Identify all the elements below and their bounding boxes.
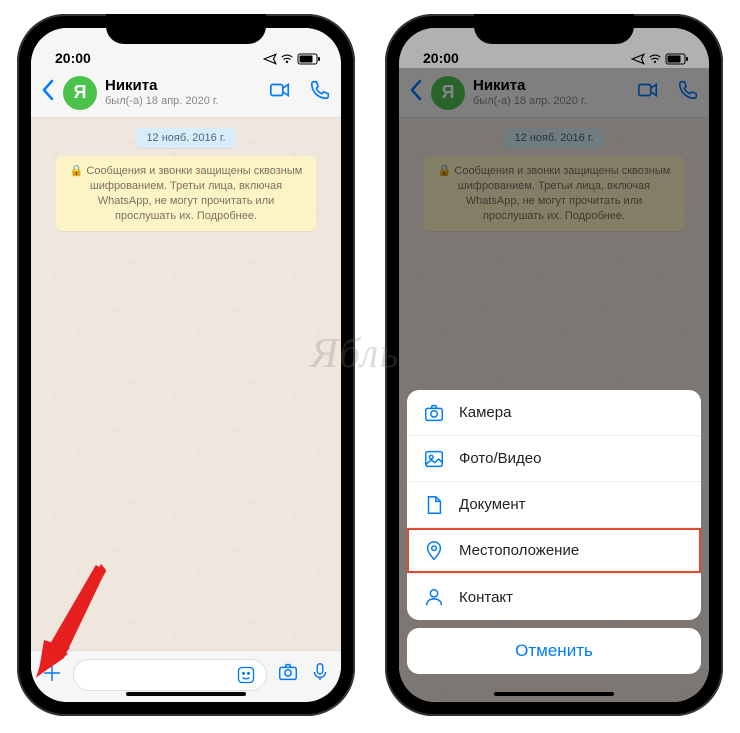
notch [474,14,634,44]
phone-left: 20:00 Я Никита был(-а) 18 апр. 2020 г. [17,14,355,716]
status-time: 20:00 [423,50,459,66]
phone-right: 20:00 Я Никита был(-а) 18 апр. 2020 г. [385,14,723,716]
attachment-action-sheet: Камера Фото/Видео Документ Местоположени… [407,390,701,674]
phones-container: 20:00 Я Никита был(-а) 18 апр. 2020 г. [0,0,740,716]
home-indicator [126,692,246,696]
sheet-options-group: Камера Фото/Видео Документ Местоположени… [407,390,701,620]
video-call-button[interactable] [269,79,291,106]
status-icons [631,52,689,66]
back-button[interactable] [41,77,63,108]
sheet-item-photo-video[interactable]: Фото/Видео [407,436,701,482]
screen-right: 20:00 Я Никита был(-а) 18 апр. 2020 г. [399,28,709,702]
sticker-icon[interactable] [236,665,256,685]
mic-button[interactable] [309,661,331,688]
sheet-item-camera[interactable]: Камера [407,390,701,436]
camera-icon [423,402,445,424]
chat-body: 12 нояб. 2016 г. 🔒 Сообщения и звонки за… [31,118,341,650]
status-time: 20:00 [55,50,91,66]
document-icon [423,494,445,516]
sheet-item-location[interactable]: Местоположение [407,528,701,574]
message-input[interactable] [73,659,267,691]
sheet-label: Камера [459,404,511,421]
camera-button[interactable] [277,661,299,688]
contact-icon [423,586,445,608]
sheet-item-document[interactable]: Документ [407,482,701,528]
home-indicator [494,692,614,696]
location-icon [423,540,445,562]
sheet-cancel-button[interactable]: Отменить [407,628,701,674]
avatar[interactable]: Я [63,76,97,110]
sheet-label: Местоположение [459,542,579,559]
status-icons [263,52,321,66]
sheet-label: Контакт [459,589,513,606]
date-pill: 12 нояб. 2016 г. [136,128,235,148]
wifi-icon [647,52,663,66]
sheet-label: Документ [459,496,526,513]
encryption-notice[interactable]: 🔒 Сообщения и звонки защищены сквозным ш… [56,156,316,231]
airplane-icon [263,52,277,66]
photo-icon [423,448,445,470]
voice-call-button[interactable] [309,79,331,106]
notch [106,14,266,44]
sheet-label: Фото/Видео [459,450,541,467]
chat-title-block[interactable]: Никита был(-а) 18 апр. 2020 г. [105,78,269,107]
wifi-icon [279,52,295,66]
airplane-icon [631,52,645,66]
sheet-item-contact[interactable]: Контакт [407,574,701,620]
screen-left: 20:00 Я Никита был(-а) 18 апр. 2020 г. [31,28,341,702]
chat-status: был(-а) 18 апр. 2020 г. [105,95,269,107]
nav-bar: Я Никита был(-а) 18 апр. 2020 г. [31,68,341,118]
battery-icon [297,53,321,65]
chat-name: Никита [105,78,269,95]
battery-icon [665,53,689,65]
attach-button[interactable] [41,659,63,691]
nav-actions [269,79,331,106]
